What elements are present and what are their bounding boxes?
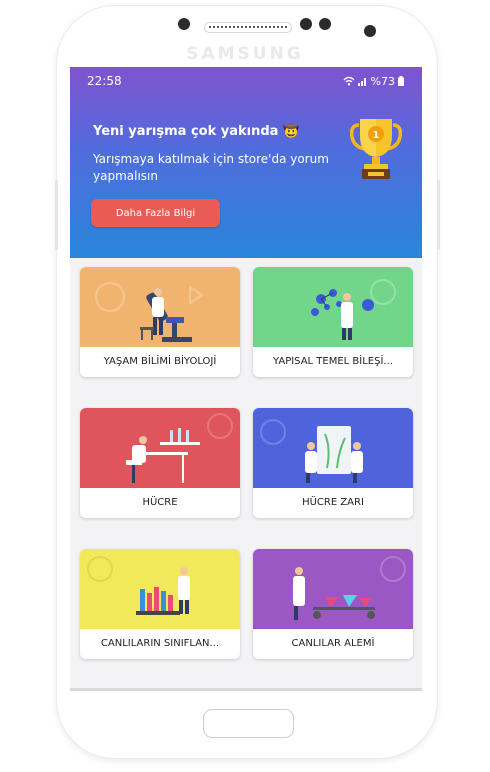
category-card-classification[interactable]: CANLILARIN SINIFLAN... xyxy=(80,549,240,659)
speaker-grille xyxy=(204,22,292,33)
category-label: CANLILAR ALEMİ xyxy=(253,629,413,659)
battery-icon xyxy=(398,76,404,86)
category-card-biology[interactable]: YAŞAM BİLİMİ BİYOLOJİ xyxy=(80,267,240,377)
category-card-kingdoms[interactable]: CANLILAR ALEMİ xyxy=(253,549,413,659)
battery-percent: %73 xyxy=(370,74,395,88)
volume-button xyxy=(55,180,58,250)
brand-logo: SAMSUNG xyxy=(186,44,304,64)
wifi-icon xyxy=(343,76,355,86)
category-label: HÜCRE xyxy=(80,488,240,518)
category-label: YAPISAL TEMEL BİLEŞİ... xyxy=(253,347,413,377)
power-button xyxy=(437,180,440,250)
category-card-cell[interactable]: HÜCRE xyxy=(80,408,240,518)
status-bar: 22:58 %73 xyxy=(87,74,404,88)
app-screen: 22:58 %73 Yeni yarışma çok yakında 🤠 Yar… xyxy=(70,67,422,691)
trophy-icon: 1 xyxy=(350,119,402,179)
status-time: 22:58 xyxy=(87,74,122,88)
sensor-dot xyxy=(178,18,190,30)
promo-banner: 22:58 %73 Yeni yarışma çok yakında 🤠 Yar… xyxy=(70,67,422,258)
category-label: CANLILARIN SINIFLAN... xyxy=(80,629,240,659)
sensor-dot xyxy=(300,18,312,30)
promo-title: Yeni yarışma çok yakında 🤠 xyxy=(93,124,300,139)
signal-icon xyxy=(357,78,366,86)
category-grid: YAŞAM BİLİMİ BİYOLOJİ YAPISAL TEMEL BİLE… xyxy=(70,258,422,691)
promo-subtitle: Yarışmaya katılmak için store'da yorum y… xyxy=(93,152,329,183)
trophy-number: 1 xyxy=(373,130,380,141)
front-camera xyxy=(364,25,376,37)
category-card-basic-components[interactable]: YAPISAL TEMEL BİLEŞİ... xyxy=(253,267,413,377)
bottom-divider xyxy=(70,688,422,691)
sensor-dot xyxy=(319,18,331,30)
category-label: HÜCRE ZARI xyxy=(253,488,413,518)
category-label: YAŞAM BİLİMİ BİYOLOJİ xyxy=(80,347,240,377)
home-button[interactable] xyxy=(203,709,294,738)
more-info-button[interactable]: Daha Fazla Bilgi xyxy=(91,199,220,227)
category-card-cell-membrane[interactable]: HÜCRE ZARI xyxy=(253,408,413,518)
